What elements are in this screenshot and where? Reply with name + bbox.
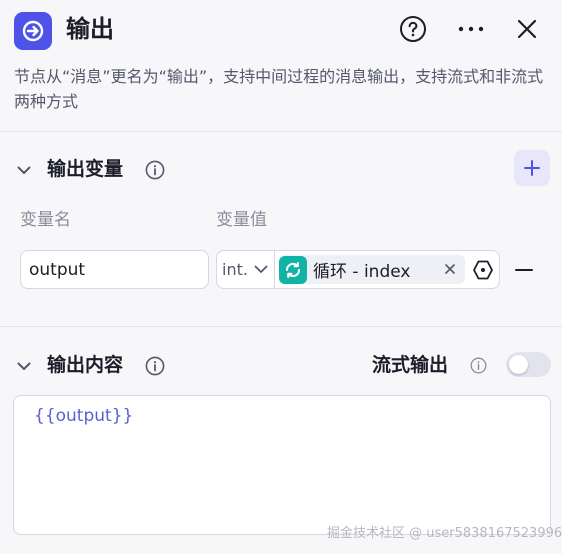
section-divider [0,326,562,327]
collapse-output-content[interactable] [14,356,34,376]
chevron-down-icon [254,265,268,273]
close-icon [517,19,537,39]
variable-picker-icon [473,260,493,280]
variable-value-field: int. 循环 - index [216,250,500,289]
more-button[interactable] [454,12,488,46]
stream-output-toggle[interactable] [506,352,551,377]
column-label-name: 变量名 [20,210,71,230]
output-content-editor[interactable]: {{output}} [13,395,551,535]
variable-picker-button[interactable] [471,258,495,282]
type-select-value: int. [222,260,248,279]
info-icon[interactable] [145,356,165,376]
info-icon[interactable] [470,357,487,374]
remove-variable-button[interactable] [512,258,536,282]
remove-reference-button[interactable] [441,260,459,278]
node-description: 节点从“消息”更名为“输出”，支持中间过程的消息输出，支持流式和非流式两种方式 [14,67,544,111]
chevron-down-icon [17,166,31,174]
variable-reference-tag[interactable]: 循环 - index [279,255,465,284]
chevron-down-icon [17,362,31,370]
column-label-value: 变量值 [216,210,267,230]
loop-node-icon [279,255,307,284]
plus-icon [524,160,540,176]
arrow-right-circle-icon [22,20,44,42]
node-header: 输出 节点从“消息”更名为“输出”，支持中间过程的消息输出，支持流式和非流式两种… [0,0,562,132]
loop-icon [285,261,301,278]
watermark: 掘金技术社区 @ user5838167523996 [327,526,562,541]
close-icon [445,264,455,274]
output-content-title: 输出内容 [47,354,124,376]
collapse-output-variables[interactable] [14,160,34,180]
toggle-knob [509,355,528,374]
output-node-icon [14,12,52,50]
more-horizontal-icon [458,26,484,32]
variable-reference-label: 循环 - index [313,262,411,282]
variable-name-input[interactable] [20,250,209,289]
output-variables-title: 输出变量 [47,158,124,180]
close-button[interactable] [510,12,544,46]
type-select[interactable]: int. [217,251,275,288]
info-icon[interactable] [145,160,165,180]
minus-icon [515,269,533,271]
help-button[interactable] [396,12,430,46]
add-variable-button[interactable] [514,150,550,186]
page-title: 输出 [66,15,114,43]
stream-output-label: 流式输出 [372,354,449,376]
question-circle-icon [400,16,426,42]
